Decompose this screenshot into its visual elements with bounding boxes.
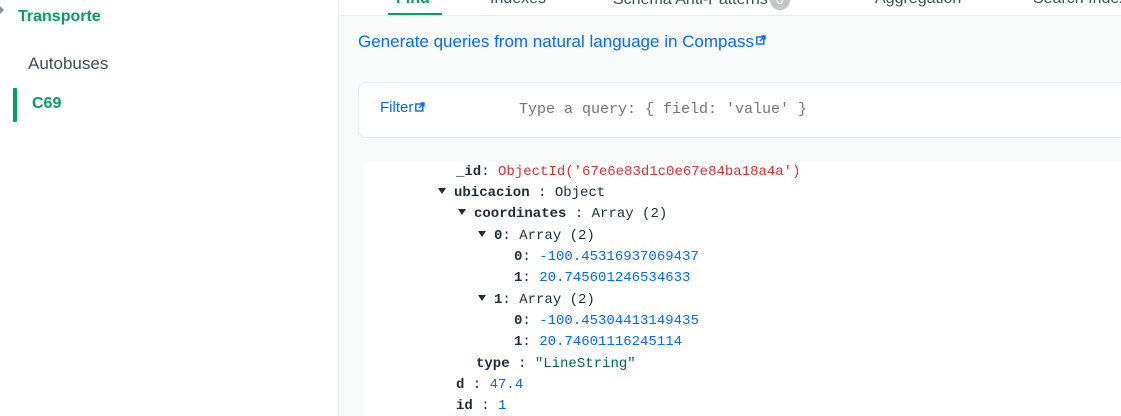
sidebar-item-autobuses[interactable]: Autobuses: [28, 54, 108, 74]
field-value-number: 47.4: [489, 377, 524, 393]
generate-queries-link[interactable]: Generate queries from natural language i…: [358, 32, 766, 52]
active-indicator: [13, 88, 17, 122]
field-value-number: 20.74601116245114: [539, 334, 683, 350]
external-link-icon: [756, 35, 766, 45]
field-row-coord-1-0: 0: -100.45304413149435: [514, 313, 699, 329]
field-key: coordinates: [474, 206, 567, 222]
filter-query-input[interactable]: [519, 101, 919, 118]
tab-search-indexes[interactable]: Search Indexes: [1033, 0, 1121, 8]
filter-link[interactable]: Filter: [380, 99, 426, 116]
field-value-number: 20.745601246534633: [539, 270, 691, 286]
field-row-coord-0-1: 1: 20.745601246534633: [514, 270, 691, 286]
field-row-coord-0-0: 0: -100.45316937069437: [514, 249, 699, 265]
field-row-d: d : 47.4: [456, 377, 524, 393]
main-panel: Find Indexes Schema Anti-Patterns0 Aggre…: [340, 0, 1121, 416]
document-card: _id: ObjectId('67e6e83d1c0e67e84ba18a4a'…: [364, 162, 1121, 416]
tab-bar: Find Indexes Schema Anti-Patterns0 Aggre…: [340, 0, 1121, 16]
field-value-string: "LineString": [534, 356, 636, 372]
field-type: Array (2): [519, 292, 595, 308]
field-key: ubicacion: [454, 185, 530, 201]
expand-caret-icon[interactable]: [438, 188, 446, 195]
field-row-type: type : "LineString": [476, 356, 636, 372]
field-value-number: -100.45304413149435: [539, 313, 699, 329]
external-link-icon: [415, 102, 426, 112]
tab-count-badge: 0: [769, 0, 790, 10]
expand-caret-icon[interactable]: [458, 209, 466, 216]
generate-queries-label: Generate queries from natural language i…: [358, 32, 754, 51]
field-row-ubicacion[interactable]: ubicacion : Object: [438, 183, 605, 204]
field-row-id: _id: ObjectId('67e6e83d1c0e67e84ba18a4a'…: [456, 164, 801, 180]
field-type: Object: [554, 185, 606, 201]
field-row-id-number: id : 1: [456, 398, 507, 414]
tab-find[interactable]: Find: [396, 0, 430, 8]
sidebar-item-c69[interactable]: C69: [32, 95, 61, 113]
expand-caret-icon[interactable]: [478, 231, 486, 238]
field-value-objectid: ObjectId('67e6e83d1c0e67e84ba18a4a'): [498, 164, 801, 180]
field-row-coordinates[interactable]: coordinates : Array (2): [458, 204, 667, 225]
field-row-coord-1-1: 1: 20.74601116245114: [514, 334, 683, 350]
active-tab-underline: [388, 13, 442, 15]
field-type: Array (2): [591, 206, 668, 222]
field-key: _id: [456, 164, 482, 180]
field-value-number: -100.45316937069437: [539, 249, 699, 265]
field-key: type: [476, 356, 510, 372]
field-value-number: 1: [498, 398, 507, 414]
field-key: id: [456, 398, 473, 414]
tab-aggregation[interactable]: Aggregation: [875, 0, 961, 8]
filter-label: Filter: [380, 99, 414, 116]
sidebar: Transporte Autobuses C69: [0, 0, 339, 416]
expand-caret-icon[interactable]: [478, 295, 486, 302]
sidebar-database-transporte[interactable]: Transporte: [18, 8, 101, 26]
field-type: Array (2): [519, 228, 595, 244]
tab-indexes[interactable]: Indexes: [490, 0, 546, 8]
filter-bar: Filter: [358, 82, 1121, 138]
database-caret-icon[interactable]: [0, 6, 4, 14]
field-row-coord-1[interactable]: 1: Array (2): [478, 290, 595, 311]
field-row-coord-0[interactable]: 0: Array (2): [478, 226, 595, 247]
tab-schema-anti-patterns[interactable]: Schema Anti-Patterns0: [613, 0, 790, 10]
tab-schema-label: Schema Anti-Patterns: [613, 0, 768, 8]
